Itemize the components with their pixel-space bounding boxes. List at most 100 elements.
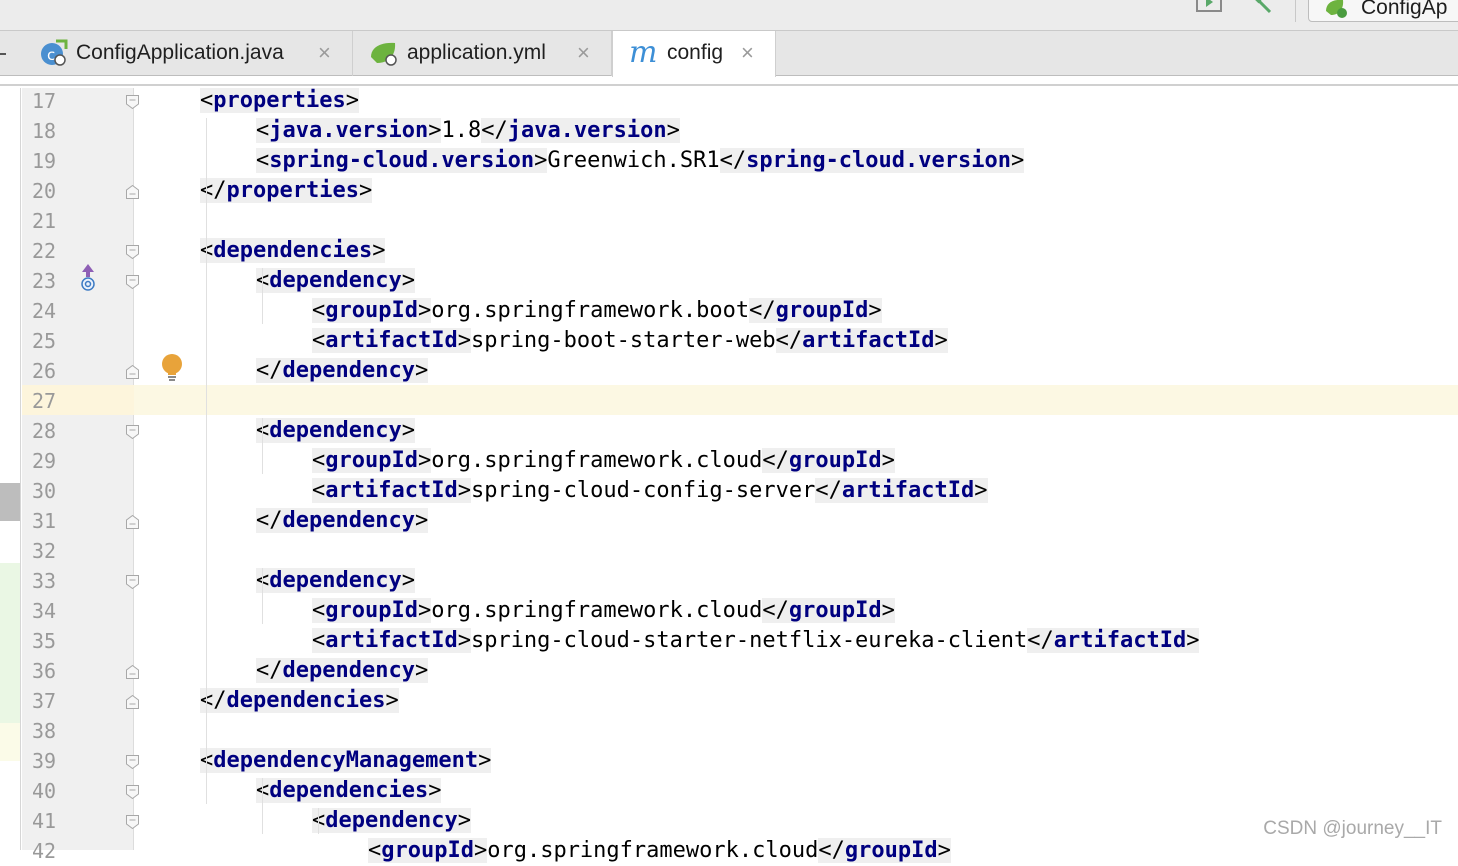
xml-tag-name: dependency	[282, 358, 415, 383]
xml-close-tag: </artifactId>	[815, 478, 988, 503]
fold-close-icon[interactable]	[126, 185, 139, 199]
fold-open-icon[interactable]	[126, 575, 139, 589]
fold-close-icon[interactable]	[126, 515, 139, 529]
fold-close-icon[interactable]	[126, 695, 139, 709]
code-line[interactable]: <properties>	[200, 86, 359, 116]
fold-open-icon[interactable]	[126, 95, 139, 109]
line-number: 34	[32, 599, 57, 623]
xml-close-tag: </spring-cloud.version>	[719, 148, 1025, 173]
tab-scroll-marker	[0, 53, 6, 55]
code-line[interactable]: </dependency>	[256, 506, 429, 536]
line-number: 36	[32, 659, 57, 683]
xml-tag-name: dependencyManagement	[213, 748, 479, 773]
line-number: 29	[32, 449, 57, 473]
xml-close-tag: </dependency>	[256, 658, 429, 683]
line-number: 24	[32, 299, 57, 323]
code-line[interactable]: <groupId>org.springframework.boot</group…	[312, 296, 882, 326]
xml-tag-name: dependencies	[213, 238, 373, 263]
code-line[interactable]: </dependency>	[256, 356, 429, 386]
indent-guide	[206, 118, 207, 804]
run-icon[interactable]	[1196, 0, 1222, 12]
xml-tag-name: groupId	[844, 838, 938, 863]
code-line[interactable]: <dependencies>	[256, 776, 442, 806]
fold-open-icon[interactable]	[126, 785, 139, 799]
xml-tag-name: artifactId	[1053, 628, 1187, 653]
line-number: 41	[32, 809, 57, 833]
main-toolbar: ConfigAp	[0, 0, 1458, 30]
xml-tag-name: dependency	[325, 808, 458, 833]
line-number: 35	[32, 629, 57, 653]
close-icon[interactable]: ×	[318, 40, 331, 66]
code-line[interactable]: <artifactId>spring-boot-starter-web</art…	[312, 326, 948, 356]
code-line[interactable]: <groupId>org.springframework.cloud</grou…	[368, 836, 951, 866]
code-line[interactable]: <dependency>	[256, 266, 415, 296]
xml-text-value: org.springframework.cloud	[431, 448, 763, 473]
code-line[interactable]: <java.version>1.8</java.version>	[256, 116, 680, 146]
line-number: 37	[32, 689, 57, 713]
run-configuration-selector[interactable]: ConfigAp	[1308, 0, 1458, 22]
fold-open-icon[interactable]	[126, 425, 139, 439]
line-number: 30	[32, 479, 57, 503]
xml-tag-name: properties	[213, 88, 346, 113]
xml-text-value: org.springframework.boot	[431, 298, 750, 323]
code-line[interactable]: <dependencies>	[200, 236, 386, 266]
code-line[interactable]: <dependencyManagement>	[200, 746, 492, 776]
xml-text-value: org.springframework.cloud	[431, 598, 763, 623]
maven-icon: m	[629, 35, 658, 70]
override-method-icon[interactable]	[78, 263, 98, 293]
xml-tag-name: dependency	[282, 658, 415, 683]
code-line[interactable]: <dependency>	[256, 566, 415, 596]
line-number: 39	[32, 749, 57, 773]
tab-application-yml[interactable]: application.yml ×	[353, 31, 612, 76]
code-line[interactable]: <dependency>	[256, 416, 415, 446]
code-line[interactable]: <artifactId>spring-cloud-starter-netflix…	[312, 626, 1200, 656]
xml-open-tag: <dependency>	[312, 808, 471, 833]
code-line[interactable]: <groupId>org.springframework.cloud</grou…	[312, 596, 895, 626]
tool-window-strip	[0, 88, 21, 850]
xml-tag-name: groupId	[325, 448, 418, 473]
hammer-icon[interactable]	[1246, 0, 1276, 14]
line-number: 18	[32, 119, 57, 143]
xml-text-value: spring-cloud-config-server	[470, 478, 816, 503]
code-line[interactable]: </dependencies>	[200, 686, 399, 716]
code-line[interactable]: <dependency>	[312, 806, 471, 836]
tab-label: application.yml	[407, 41, 546, 64]
xml-open-tag: <artifactId>	[312, 328, 471, 353]
fold-open-icon[interactable]	[126, 815, 139, 829]
xml-close-tag: </artifactId>	[1027, 628, 1200, 653]
xml-tag-name: properties	[226, 178, 359, 203]
code-line[interactable]: <groupId>org.springframework.cloud</grou…	[312, 446, 895, 476]
tab-bar-divider	[0, 77, 1458, 86]
xml-open-tag: <artifactId>	[312, 628, 471, 653]
code-line[interactable]: </properties>	[200, 176, 373, 206]
xml-tag-name: dependencies	[226, 688, 386, 713]
xml-tag-name: artifactId	[841, 478, 975, 503]
code-line[interactable]: <spring-cloud.version>Greenwich.SR1</spr…	[256, 146, 1025, 176]
intention-bulb-icon[interactable]	[161, 353, 183, 383]
indent-guide	[262, 778, 263, 834]
code-line[interactable]: <artifactId>spring-cloud-config-server</…	[312, 476, 988, 506]
xml-close-tag: </properties>	[200, 178, 373, 203]
vcs-change-marker	[0, 563, 20, 723]
xml-close-tag: </artifactId>	[775, 328, 948, 353]
spring-boot-run-config-icon	[1326, 0, 1347, 18]
fold-open-icon[interactable]	[126, 245, 139, 259]
tab-config-pom[interactable]: m config ×	[612, 31, 776, 77]
fold-open-icon[interactable]	[126, 755, 139, 769]
xml-tag-name: groupId	[788, 598, 882, 623]
tab-label: config	[667, 41, 724, 64]
xml-tag-name: artifactId	[802, 328, 935, 353]
fold-open-icon[interactable]	[126, 275, 139, 289]
xml-close-tag: </groupId>	[749, 298, 882, 323]
xml-text-value: spring-cloud-starter-netflix-eureka-clie…	[470, 628, 1028, 653]
fold-close-icon[interactable]	[126, 665, 139, 679]
xml-tag-name: artifactId	[325, 478, 458, 503]
fold-close-icon[interactable]	[126, 365, 139, 379]
xml-close-tag: </groupId>	[762, 448, 895, 473]
code-line[interactable]: </dependency>	[256, 656, 429, 686]
tab-config-application-java[interactable]: c ConfigApplication.java ×	[22, 31, 353, 76]
close-icon[interactable]: ×	[577, 40, 590, 66]
close-icon[interactable]: ×	[741, 40, 754, 66]
line-number: 38	[32, 719, 57, 743]
xml-close-tag: </java.version>	[481, 118, 680, 143]
